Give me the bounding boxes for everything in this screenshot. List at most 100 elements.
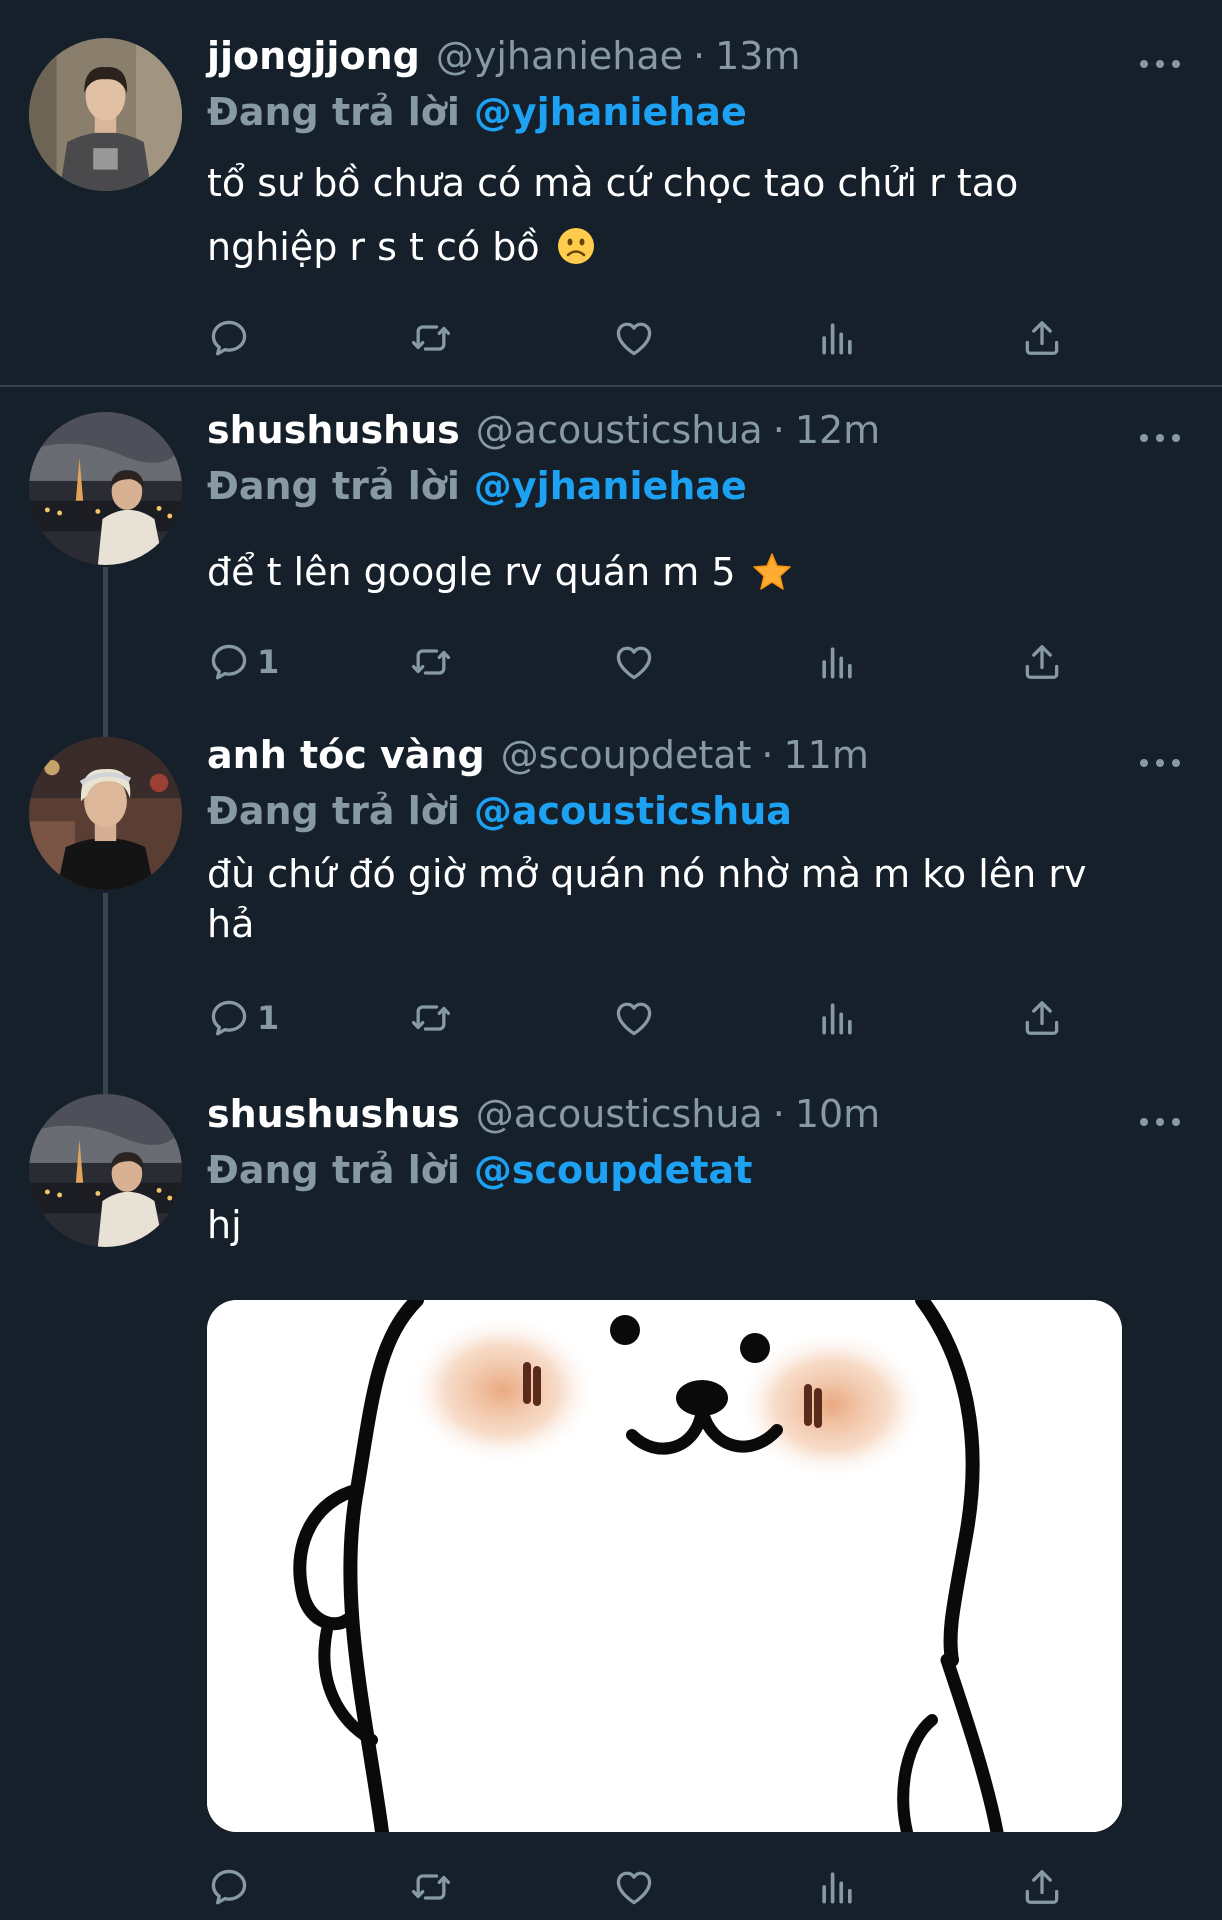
separator-dot: ·	[693, 34, 706, 78]
like-icon	[612, 996, 656, 1040]
timestamp[interactable]: 12m	[795, 408, 880, 452]
avatar-image	[29, 38, 182, 191]
reply-icon	[207, 996, 251, 1040]
tweet-header: shushushus @acousticshua · 12m	[207, 408, 880, 468]
tweet-text-content: hj	[207, 1203, 242, 1247]
timestamp[interactable]: 13m	[715, 34, 800, 78]
more-icon[interactable]	[1140, 755, 1180, 771]
tweet[interactable]: jjongjjong @yjhaniehae · 13m Đang trả lờ…	[0, 0, 1222, 386]
replying-to-link[interactable]: @scoupdetat	[474, 1148, 752, 1192]
separator-dot: ·	[772, 408, 785, 452]
retweet-button[interactable]	[409, 993, 453, 1043]
replying-to-label: Đang trả lời	[207, 789, 460, 833]
tweet-header: jjongjjong @yjhaniehae · 13m	[207, 34, 800, 94]
retweet-icon	[409, 1865, 453, 1909]
user-handle[interactable]: @yjhaniehae	[436, 34, 683, 78]
avatar-image	[29, 412, 182, 565]
more-icon[interactable]	[1140, 430, 1180, 446]
share-icon	[1020, 996, 1064, 1040]
retweet-button[interactable]	[409, 1862, 453, 1912]
avatar[interactable]	[29, 38, 182, 191]
retweet-icon	[409, 316, 453, 360]
tweet-header: anh tóc vàng @scoupdetat · 11m	[207, 733, 869, 793]
analytics-button[interactable]	[815, 313, 859, 363]
display-name[interactable]: shushushus	[207, 1092, 460, 1136]
like-icon	[612, 316, 656, 360]
timestamp[interactable]: 11m	[784, 733, 869, 777]
replying-to-label: Đang trả lời	[207, 1148, 460, 1192]
like-button[interactable]	[612, 993, 656, 1043]
analytics-icon	[815, 316, 859, 360]
share-button[interactable]	[1020, 993, 1064, 1043]
replying-to: Đang trả lời @yjhaniehae	[207, 90, 747, 134]
separator-dot: ·	[761, 733, 774, 777]
replying-to: Đang trả lời @scoupdetat	[207, 1148, 752, 1192]
more-icon[interactable]	[1140, 1114, 1180, 1130]
analytics-button[interactable]	[815, 637, 859, 687]
replying-to-label: Đang trả lời	[207, 464, 460, 508]
share-icon	[1020, 1865, 1064, 1909]
reply-icon	[207, 640, 251, 684]
retweet-button[interactable]	[409, 313, 453, 363]
reply-button[interactable]	[207, 1862, 257, 1912]
share-button[interactable]	[1020, 637, 1064, 687]
avatar-image	[29, 737, 182, 890]
analytics-icon	[815, 1865, 859, 1909]
display-name[interactable]: anh tóc vàng	[207, 733, 485, 777]
tweet-actions: 1	[207, 993, 1087, 1043]
tweet-actions	[207, 313, 1087, 363]
like-icon	[612, 640, 656, 684]
slightly-frowning-face-icon	[557, 228, 594, 264]
avatar[interactable]	[29, 737, 182, 890]
user-handle[interactable]: @acousticshua	[476, 408, 763, 452]
analytics-button[interactable]	[815, 993, 859, 1043]
like-button[interactable]	[612, 637, 656, 687]
tweet[interactable]: shushushus @acousticshua · 10m Đang trả …	[0, 1092, 1222, 1920]
avatar-image	[29, 1094, 182, 1247]
timestamp[interactable]: 10m	[795, 1092, 880, 1136]
share-icon	[1020, 640, 1064, 684]
share-icon	[1020, 316, 1064, 360]
seal-sticker-image	[207, 1300, 1122, 1832]
tweet-divider	[0, 385, 1222, 387]
user-handle[interactable]: @scoupdetat	[501, 733, 752, 777]
display-name[interactable]: shushushus	[207, 408, 460, 452]
like-button[interactable]	[612, 313, 656, 363]
tweet-text: tổ sư bồ chưa có mà cứ chọc tao chửi r t…	[207, 151, 1147, 279]
reply-button[interactable]: 1	[207, 637, 279, 687]
retweet-icon	[409, 640, 453, 684]
reply-icon	[207, 1865, 251, 1909]
avatar[interactable]	[29, 1094, 182, 1247]
reply-icon	[207, 316, 251, 360]
separator-dot: ·	[772, 1092, 785, 1136]
display-name[interactable]: jjongjjong	[207, 34, 420, 78]
tweet[interactable]: shushushus @acousticshua · 12m Đang trả …	[0, 388, 1222, 728]
analytics-button[interactable]	[815, 1862, 859, 1912]
retweet-icon	[409, 996, 453, 1040]
share-button[interactable]	[1020, 1862, 1064, 1912]
avatar[interactable]	[29, 412, 182, 565]
user-handle[interactable]: @acousticshua	[476, 1092, 763, 1136]
replying-to-link[interactable]: @acousticshua	[474, 789, 792, 833]
tweet-text: để t lên google rv quán m 5	[207, 540, 1147, 604]
like-icon	[612, 1865, 656, 1909]
tweet-text-content: để t lên google rv quán m 5	[207, 550, 736, 594]
tweet-header: shushushus @acousticshua · 10m	[207, 1092, 880, 1152]
replying-to-label: Đang trả lời	[207, 90, 460, 134]
replying-to: Đang trả lời @yjhaniehae	[207, 464, 747, 508]
replying-to-link[interactable]: @yjhaniehae	[474, 90, 747, 134]
reply-count: 1	[257, 643, 280, 681]
reply-button[interactable]: 1	[207, 993, 279, 1043]
tweet[interactable]: anh tóc vàng @scoupdetat · 11m Đang trả …	[0, 733, 1222, 1088]
replying-to-link[interactable]: @yjhaniehae	[474, 464, 747, 508]
share-button[interactable]	[1020, 313, 1064, 363]
tweet-media-image[interactable]	[207, 1300, 1122, 1832]
reply-button[interactable]	[207, 313, 257, 363]
analytics-icon	[815, 996, 859, 1040]
tweet-text: đù chứ đó giờ mở quán nó nhờ mà m ko lên…	[207, 849, 1137, 949]
like-button[interactable]	[612, 1862, 656, 1912]
retweet-button[interactable]	[409, 637, 453, 687]
reply-count: 1	[257, 999, 280, 1037]
more-icon[interactable]	[1140, 56, 1180, 72]
replying-to: Đang trả lời @acousticshua	[207, 789, 792, 833]
